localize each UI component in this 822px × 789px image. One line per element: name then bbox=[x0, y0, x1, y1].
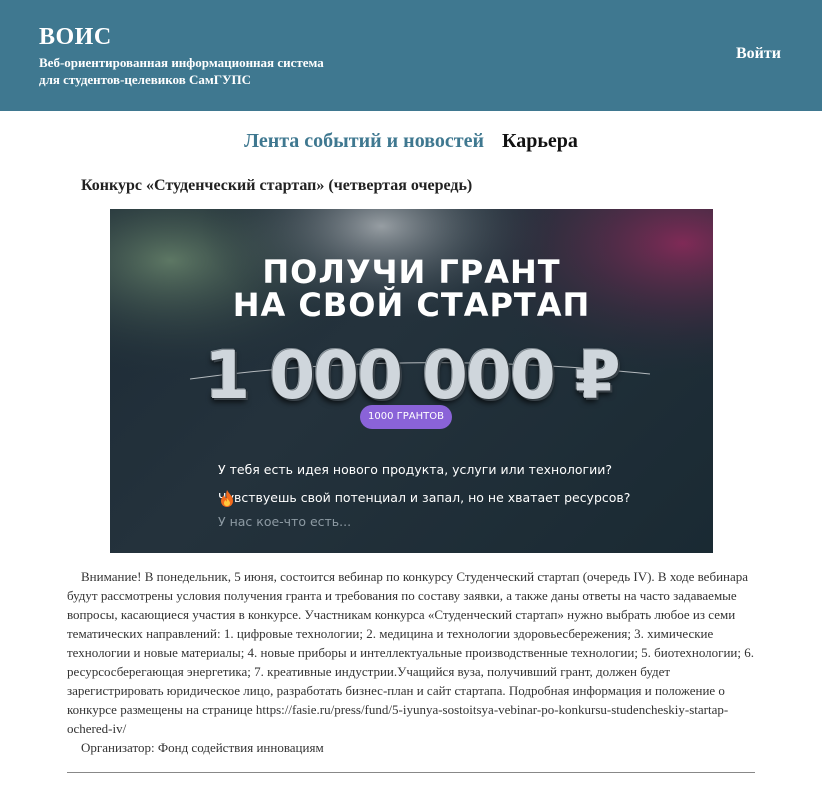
banner-question-2: Чувствуешь свой потенциал и запал, но не… bbox=[218, 490, 631, 507]
banner-question-2-part2: запал, но не хватает ресурсов? bbox=[422, 490, 631, 505]
site-subtitle-line1: Веб-ориентированная информационная систе… bbox=[39, 55, 324, 70]
post-divider bbox=[67, 772, 755, 773]
site-title[interactable]: ВОИС bbox=[39, 24, 112, 51]
banner-badge: 1000 ГРАНТОВ bbox=[360, 405, 452, 429]
section-tabs: Лента событий и новостей Карьера bbox=[0, 130, 822, 153]
fire-icon bbox=[221, 490, 233, 507]
site-header: ВОИС Веб-ориентированная информационная … bbox=[0, 0, 822, 111]
site-subtitle: Веб-ориентированная информационная систе… bbox=[39, 54, 379, 88]
banner-headline-line2: НА СВОЙ СТАРТАП bbox=[232, 286, 591, 324]
banner-question-1: У тебя есть идея нового продукта, услуги… bbox=[218, 462, 612, 477]
banner-question-3: У нас кое-что есть... bbox=[218, 514, 352, 529]
banner-amount: 1 000 000 ₽ bbox=[204, 337, 620, 414]
login-button[interactable]: Войти bbox=[736, 45, 781, 63]
tab-career[interactable]: Карьера bbox=[502, 130, 578, 153]
post-body-text: Внимание! В понедельник, 5 июня, состоит… bbox=[67, 569, 754, 736]
site-subtitle-line2: для студентов-целевиков СамГУПС bbox=[39, 72, 252, 87]
post-organizer: Организатор: Фонд содействия инновациям bbox=[81, 740, 324, 755]
tab-news-feed[interactable]: Лента событий и новостей bbox=[244, 130, 484, 153]
post-banner-image: ПОЛУЧИ ГРАНТ НА СВОЙ СТАРТАП 1 000 000 ₽… bbox=[110, 209, 713, 553]
post-title: Конкурс «Студенческий стартап» (четверта… bbox=[81, 177, 473, 194]
banner-question-2-part1: Чувствуешь свой потенциал и bbox=[218, 490, 419, 505]
